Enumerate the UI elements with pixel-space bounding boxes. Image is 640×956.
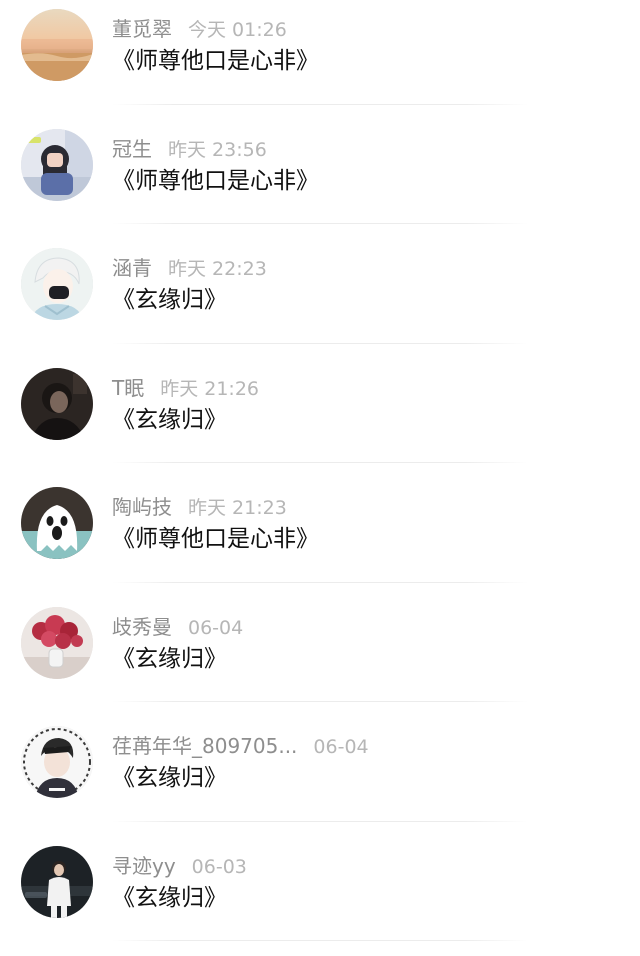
- comment-item[interactable]: T眠昨天 21:26 《玄缘归》: [0, 359, 640, 479]
- comment-meta: 陶屿技昨天 21:23: [112, 492, 287, 522]
- comment-item[interactable]: 歧秀曼 06-04 《玄缘归》: [0, 598, 640, 718]
- comment-list: 董觅翠今天 01:26 《师尊他口是心非》 冠生昨天 23:56 《师尊他口是心…: [0, 0, 640, 946]
- comment-meta: 寻迹yy 06-03: [112, 851, 247, 881]
- comment-text: 《玄缘归》: [112, 881, 227, 915]
- comment-meta: 荏苒年华_809705... 06-04: [112, 731, 369, 761]
- username[interactable]: 歧秀曼: [112, 615, 172, 639]
- username[interactable]: 荏苒年华_809705...: [112, 734, 297, 758]
- username[interactable]: 冠生: [112, 137, 152, 161]
- username[interactable]: T眠: [112, 376, 144, 400]
- comment-item[interactable]: 寻迹yy 06-03 《玄缘归》: [0, 837, 640, 956]
- performer-stage-avatar[interactable]: [21, 846, 93, 918]
- divider: [112, 940, 528, 941]
- timestamp: 06-04: [313, 736, 368, 758]
- divider: [112, 582, 528, 583]
- timestamp: 昨天 21:23: [188, 497, 287, 519]
- comment-meta: T眠昨天 21:26: [112, 373, 259, 403]
- divider: [112, 343, 528, 344]
- comment-item[interactable]: 冠生昨天 23:56 《师尊他口是心非》: [0, 120, 640, 240]
- comment-text: 《玄缘归》: [112, 761, 227, 795]
- divider: [112, 104, 528, 105]
- girl-covering-face-avatar[interactable]: [21, 129, 93, 201]
- comment-meta: 冠生昨天 23:56: [112, 134, 267, 164]
- timestamp: 06-04: [188, 617, 243, 639]
- comment-item[interactable]: 董觅翠今天 01:26 《师尊他口是心非》: [0, 0, 640, 120]
- comment-text: 《师尊他口是心非》: [112, 522, 319, 556]
- beach-sunset-avatar[interactable]: [21, 9, 93, 81]
- divider: [112, 821, 528, 822]
- timestamp: 昨天 23:56: [168, 139, 267, 161]
- divider: [112, 223, 528, 224]
- comment-text: 《师尊他口是心非》: [112, 164, 319, 198]
- comment-text: 《师尊他口是心非》: [112, 44, 319, 78]
- ghost-cartoon-avatar[interactable]: [21, 487, 93, 559]
- comment-meta: 歧秀曼 06-04: [112, 612, 243, 642]
- anime-boy-mask-avatar[interactable]: [21, 248, 93, 320]
- username[interactable]: 董觅翠: [112, 17, 172, 41]
- timestamp: 昨天 21:26: [160, 378, 259, 400]
- comment-item[interactable]: 涵青昨天 22:23 《玄缘归》: [0, 239, 640, 359]
- username[interactable]: 涵青: [112, 256, 152, 280]
- divider: [112, 462, 528, 463]
- dark-portrait-avatar[interactable]: [21, 368, 93, 440]
- timestamp: 昨天 22:23: [168, 258, 267, 280]
- username[interactable]: 陶屿技: [112, 495, 172, 519]
- username[interactable]: 寻迹yy: [112, 854, 176, 878]
- divider: [112, 701, 528, 702]
- comment-text: 《玄缘归》: [112, 283, 227, 317]
- comment-meta: 董觅翠今天 01:26: [112, 14, 287, 44]
- comment-meta: 涵青昨天 22:23: [112, 253, 267, 283]
- comment-text: 《玄缘归》: [112, 403, 227, 437]
- roses-vase-avatar[interactable]: [21, 607, 93, 679]
- illustrated-boy-avatar[interactable]: [21, 726, 93, 798]
- timestamp: 今天 01:26: [188, 19, 287, 41]
- comment-item[interactable]: 荏苒年华_809705... 06-04 《玄缘归》: [0, 717, 640, 837]
- comment-item[interactable]: 陶屿技昨天 21:23 《师尊他口是心非》: [0, 478, 640, 598]
- timestamp: 06-03: [192, 856, 247, 878]
- comment-text: 《玄缘归》: [112, 642, 227, 676]
